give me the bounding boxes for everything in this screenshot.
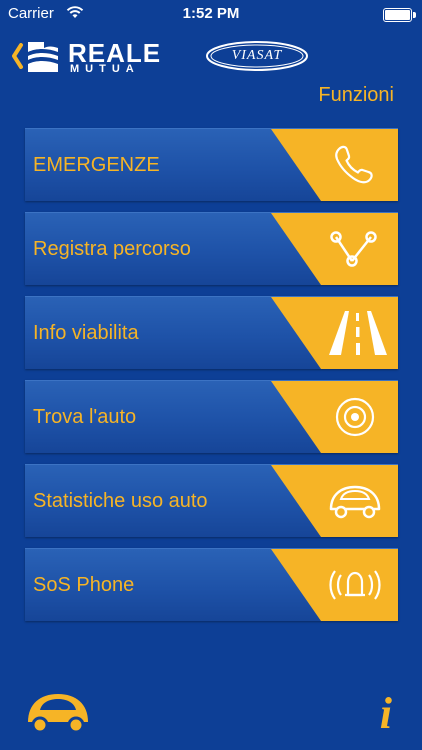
car-icon[interactable]	[26, 690, 90, 734]
menu-item-trova-auto[interactable]: Trova l'auto	[25, 380, 398, 453]
menu-item-label: Registra percorso	[33, 238, 191, 260]
menu-item-statistiche-uso-auto[interactable]: Statistiche uso auto	[25, 464, 398, 537]
menu-item-info-viabilita[interactable]: Info viabilita	[25, 296, 398, 369]
menu-item-label: SoS Phone	[33, 574, 135, 596]
brand-name-line2: MUTUA	[70, 63, 140, 75]
menu-item-label: Statistiche uso auto	[33, 490, 208, 512]
menu-item-tab	[271, 213, 398, 285]
menu-item-registra-percorso[interactable]: Registra percorso	[25, 212, 398, 285]
header: REALE MUTUA VIASAT	[0, 36, 422, 86]
menu-item-tab	[271, 381, 398, 453]
menu-item-tab	[271, 297, 398, 369]
menu-item-label: Info viabilita	[33, 322, 139, 344]
menu-item-sos-phone[interactable]: SoS Phone	[25, 548, 398, 621]
viasat-logo-text: VIASAT	[231, 48, 283, 63]
back-chevron-icon[interactable]	[10, 43, 24, 74]
battery-icon	[383, 8, 416, 22]
menu-item-tab	[271, 129, 398, 201]
info-icon[interactable]: i	[380, 688, 392, 739]
menu-item-tab	[271, 549, 398, 621]
menu-item-label: EMERGENZE	[33, 154, 160, 176]
status-bar: Carrier 1:52 PM	[0, 0, 422, 28]
menu-item-emergenze[interactable]: EMERGENZE	[25, 128, 398, 201]
reale-mutua-logo-icon	[26, 40, 62, 74]
menu-item-label: Trova l'auto	[33, 406, 137, 428]
clock: 1:52 PM	[182, 5, 240, 22]
page-title: Funzioni	[318, 84, 394, 106]
menu-item-tab	[271, 465, 398, 537]
